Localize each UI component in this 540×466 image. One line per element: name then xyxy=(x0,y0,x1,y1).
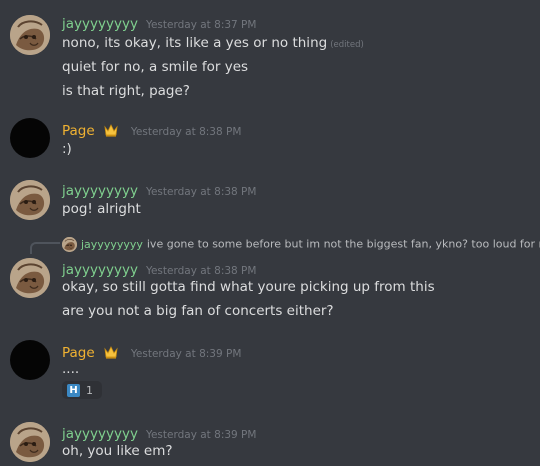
message-line: is that right, page? xyxy=(62,83,190,99)
reply-spine xyxy=(30,242,60,254)
username[interactable]: jayyyyyyyy xyxy=(62,426,138,442)
message-line: nono, its okay, its like a yes or no thi… xyxy=(62,35,364,51)
timestamp: Yesterday at 8:38 PM xyxy=(130,126,242,138)
message-header: Page Yesterday at 8:39 PM xyxy=(62,342,241,361)
username[interactable]: jayyyyyyyy xyxy=(62,183,138,199)
username[interactable]: Page xyxy=(62,123,95,139)
message-line: are you not a big fan of concerts either… xyxy=(62,303,334,319)
timestamp: Yesterday at 8:38 PM xyxy=(145,186,257,198)
message-line: okay, so still gotta find what youre pic… xyxy=(62,279,435,295)
message-header: jayyyyyyyy Yesterday at 8:39 PM xyxy=(62,423,256,442)
username[interactable]: jayyyyyyyy xyxy=(62,16,138,32)
timestamp: Yesterday at 8:38 PM xyxy=(145,265,257,277)
reply-text: ive gone to some before but im not the b… xyxy=(146,237,540,251)
message-line: pog! alright xyxy=(62,201,141,217)
reaction-count: 1 xyxy=(86,383,93,397)
timestamp: Yesterday at 8:39 PM xyxy=(130,348,242,360)
message-header: jayyyyyyyy Yesterday at 8:38 PM xyxy=(62,259,256,278)
crown-icon xyxy=(104,124,118,137)
reaction-button[interactable]: H 1 xyxy=(62,381,102,399)
message-line: oh, you like em? xyxy=(62,443,173,459)
reply-avatar xyxy=(62,237,77,252)
timestamp: Yesterday at 8:39 PM xyxy=(145,429,257,441)
avatar[interactable] xyxy=(10,15,50,55)
avatar[interactable] xyxy=(10,258,50,298)
avatar[interactable] xyxy=(10,118,50,158)
username[interactable]: Page xyxy=(62,345,95,361)
message-line: .... xyxy=(62,361,80,377)
crown-icon xyxy=(104,346,118,359)
message-line: :) xyxy=(62,141,72,157)
avatar[interactable] xyxy=(10,340,50,380)
message-header: jayyyyyyyy Yesterday at 8:38 PM xyxy=(62,180,256,199)
reply-username: jayyyyyyyy xyxy=(81,237,143,251)
avatar[interactable] xyxy=(10,422,50,462)
edited-label: (edited) xyxy=(330,40,364,50)
reply-preview[interactable]: jayyyyyyyy ive gone to some before but im… xyxy=(62,237,540,252)
h-emoji-icon: H xyxy=(67,383,80,397)
timestamp: Yesterday at 8:37 PM xyxy=(145,19,257,31)
message-header: jayyyyyyyy Yesterday at 8:37 PM xyxy=(62,13,256,32)
avatar[interactable] xyxy=(10,180,50,220)
username[interactable]: jayyyyyyyy xyxy=(62,262,138,278)
message-header: Page Yesterday at 8:38 PM xyxy=(62,120,241,139)
message-line: quiet for no, a smile for yes xyxy=(62,59,249,75)
